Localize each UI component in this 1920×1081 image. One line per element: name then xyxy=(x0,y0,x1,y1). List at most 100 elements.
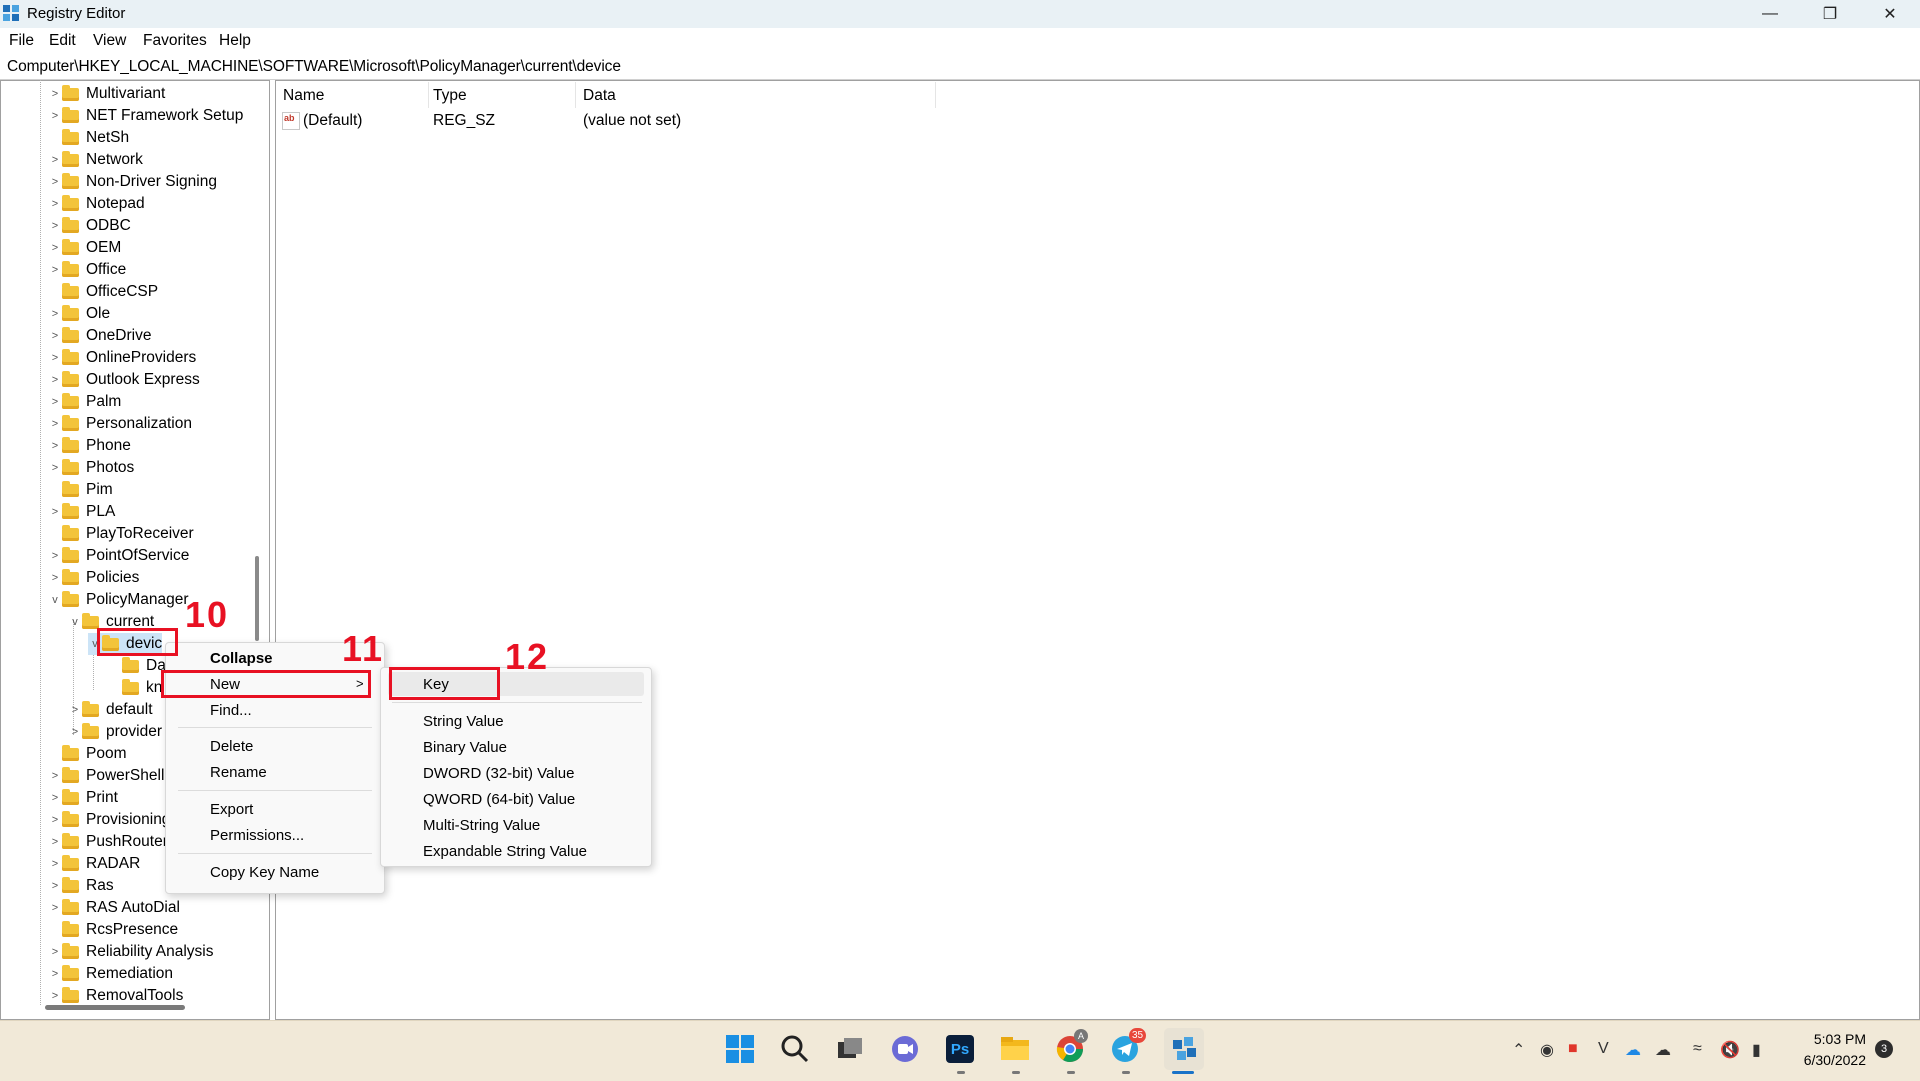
tree-item[interactable]: > default xyxy=(68,699,153,721)
chevron-right-icon[interactable]: > xyxy=(48,110,62,122)
chat-icon[interactable] xyxy=(889,1033,921,1065)
chevron-right-icon[interactable]: > xyxy=(68,704,82,716)
column-separator[interactable] xyxy=(935,82,936,108)
chevron-right-icon[interactable]: > xyxy=(48,902,62,914)
tree-item[interactable]: > ODBC xyxy=(48,215,131,237)
chevron-right-icon[interactable]: > xyxy=(68,726,82,738)
tree-item[interactable]: > Outlook Express xyxy=(48,369,200,391)
tree-item[interactable]: > RemovalTools xyxy=(48,985,183,1007)
menu-item-rename[interactable]: Rename xyxy=(210,764,267,781)
chevron-right-icon[interactable]: > xyxy=(48,880,62,892)
task-view-icon[interactable] xyxy=(834,1033,866,1065)
chevron-right-icon[interactable]: > xyxy=(48,198,62,210)
battery-icon[interactable]: ▮ xyxy=(1752,1040,1761,1060)
chevron-right-icon[interactable]: > xyxy=(48,418,62,430)
chevron-right-icon[interactable]: > xyxy=(48,462,62,474)
tree-item[interactable]: > Phone xyxy=(48,435,131,457)
tree-item[interactable]: > Network xyxy=(48,149,143,171)
chevron-right-icon[interactable]: > xyxy=(48,242,62,254)
chevron-up-icon[interactable]: ⌃ xyxy=(1512,1040,1525,1060)
column-separator[interactable] xyxy=(575,82,576,108)
chevron-right-icon[interactable]: > xyxy=(48,396,62,408)
close-button[interactable]: ✕ xyxy=(1860,0,1920,28)
tree-item[interactable]: NetSh xyxy=(48,127,129,149)
tree-item[interactable]: > PowerShell xyxy=(48,765,164,787)
chevron-right-icon[interactable]: > xyxy=(48,440,62,452)
chevron-right-icon[interactable]: > xyxy=(48,968,62,980)
menu-file[interactable]: File xyxy=(9,32,34,50)
address-path[interactable]: Computer\HKEY_LOCAL_MACHINE\SOFTWARE\Mic… xyxy=(7,58,621,76)
tree-item[interactable]: > PushRouter xyxy=(48,831,168,853)
minimize-button[interactable]: — xyxy=(1740,0,1800,28)
restore-button[interactable]: ❐ xyxy=(1800,0,1860,28)
tree-item[interactable]: Poom xyxy=(48,743,127,765)
chevron-right-icon[interactable]: > xyxy=(48,154,62,166)
tree-item[interactable]: OfficeCSP xyxy=(48,281,158,303)
submenu-item-dword-value[interactable]: DWORD (32-bit) Value xyxy=(423,765,574,782)
telegram-icon[interactable]: 35 xyxy=(1109,1028,1146,1065)
tree-item[interactable]: > Photos xyxy=(48,457,134,479)
chevron-right-icon[interactable]: > xyxy=(48,858,62,870)
menu-favorites[interactable]: Favorites xyxy=(143,32,207,50)
cloud-icon[interactable]: ☁ xyxy=(1655,1040,1671,1060)
menu-item-permissions[interactable]: Permissions... xyxy=(210,827,304,844)
tree-item[interactable]: > NET Framework Setup xyxy=(48,105,243,127)
tree-item[interactable]: > Ras xyxy=(48,875,114,897)
chevron-right-icon[interactable]: > xyxy=(48,352,62,364)
tree-item[interactable]: > Reliability Analysis xyxy=(48,941,214,963)
column-separator[interactable] xyxy=(428,82,429,108)
value-name[interactable]: (Default) xyxy=(303,112,362,130)
mute-icon[interactable]: 🔇 xyxy=(1720,1040,1740,1060)
chevron-down-icon[interactable]: v xyxy=(48,594,62,606)
tree-item[interactable]: > Non-Driver Signing xyxy=(48,171,217,193)
file-explorer-icon[interactable] xyxy=(999,1033,1031,1065)
tree-item[interactable]: > OneDrive xyxy=(48,325,151,347)
tree-item[interactable]: > Personalization xyxy=(48,413,192,435)
tree-item[interactable]: PlayToReceiver xyxy=(48,523,194,545)
tree-item[interactable]: > Policies xyxy=(48,567,139,589)
menu-help[interactable]: Help xyxy=(219,32,251,50)
v-icon[interactable]: V xyxy=(1598,1040,1609,1058)
tree-item[interactable]: > Provisioning xyxy=(48,809,170,831)
chevron-right-icon[interactable]: > xyxy=(48,506,62,518)
menu-item-copy-key-name[interactable]: Copy Key Name xyxy=(210,864,319,881)
clock-time[interactable]: 5:03 PM xyxy=(1810,1031,1866,1047)
chevron-right-icon[interactable]: > xyxy=(48,946,62,958)
app-icon[interactable]: ■ xyxy=(1568,1040,1578,1058)
submenu-item-multi-string-value[interactable]: Multi-String Value xyxy=(423,817,540,834)
chevron-right-icon[interactable]: > xyxy=(48,572,62,584)
photoshop-icon[interactable]: Ps xyxy=(944,1033,976,1065)
tree-item[interactable]: > Notepad xyxy=(48,193,145,215)
submenu-item-expandable-string-value[interactable]: Expandable String Value xyxy=(423,843,587,860)
menu-item-export[interactable]: Export xyxy=(210,801,253,818)
tree-item[interactable]: > Palm xyxy=(48,391,121,413)
tree-item[interactable]: > Remediation xyxy=(48,963,173,985)
tree-item[interactable]: > PLA xyxy=(48,501,115,523)
tree-item[interactable]: > RAS AutoDial xyxy=(48,897,180,919)
wifi-icon[interactable]: ≈ xyxy=(1693,1040,1702,1058)
chevron-right-icon[interactable]: > xyxy=(48,330,62,342)
column-header-type[interactable]: Type xyxy=(433,87,467,105)
tree-item[interactable]: Pim xyxy=(48,479,113,501)
registry-editor-taskbar-icon[interactable] xyxy=(1164,1028,1204,1070)
column-header-name[interactable]: Name xyxy=(283,87,324,105)
menu-item-collapse[interactable]: Collapse xyxy=(210,650,273,667)
tree-item[interactable]: kn xyxy=(108,677,162,699)
clock-date[interactable]: 6/30/2022 xyxy=(1795,1052,1866,1068)
chevron-right-icon[interactable]: > xyxy=(48,814,62,826)
chevron-right-icon[interactable]: > xyxy=(48,836,62,848)
chevron-right-icon[interactable]: > xyxy=(48,88,62,100)
values-list-pane[interactable] xyxy=(275,80,1920,1020)
tree-item[interactable]: > OEM xyxy=(48,237,121,259)
onedrive-icon[interactable]: ☁ xyxy=(1625,1040,1641,1060)
notification-badge[interactable]: 3 xyxy=(1875,1040,1893,1058)
tree-item[interactable]: > Office xyxy=(48,259,126,281)
tree-item[interactable]: Da xyxy=(108,655,166,677)
chevron-right-icon[interactable]: > xyxy=(48,264,62,276)
tree-item[interactable]: > RADAR xyxy=(48,853,140,875)
eye-icon[interactable]: ◉ xyxy=(1540,1040,1554,1060)
menu-item-delete[interactable]: Delete xyxy=(210,738,253,755)
tree-horizontal-scrollbar[interactable] xyxy=(45,1005,185,1010)
search-icon[interactable] xyxy=(779,1033,811,1065)
tree-vertical-scrollbar[interactable] xyxy=(255,556,259,641)
